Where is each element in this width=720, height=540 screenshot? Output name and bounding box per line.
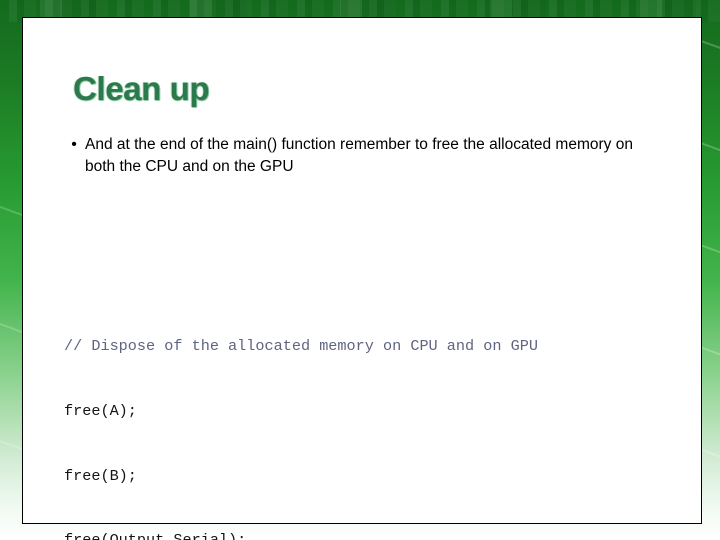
bullet-point-icon: •: [71, 136, 77, 153]
top-band-stripe-texture-overlay: [0, 0, 720, 18]
slide-content-card: Clean up • And at the end of the main() …: [22, 17, 702, 540]
code-line: free(A);: [64, 401, 137, 420]
bullet-list: • And at the end of the main() function …: [63, 134, 653, 177]
slide: Clean up • And at the end of the main() …: [0, 0, 720, 540]
list-item: • And at the end of the main() function …: [63, 134, 653, 177]
code-line: free(Output_Serial);: [64, 530, 538, 540]
code-block-free-calls: // Dispose of the allocated memory on CP…: [64, 293, 538, 540]
bullet-item-text: And at the end of the main() function re…: [85, 136, 633, 175]
code-line: free(B);: [64, 466, 137, 485]
code-line: // Dispose of the allocated memory on CP…: [64, 336, 538, 355]
code-listing: // Dispose of the allocated memory on CP…: [64, 228, 538, 540]
slide-title: Clean up: [73, 70, 210, 107]
